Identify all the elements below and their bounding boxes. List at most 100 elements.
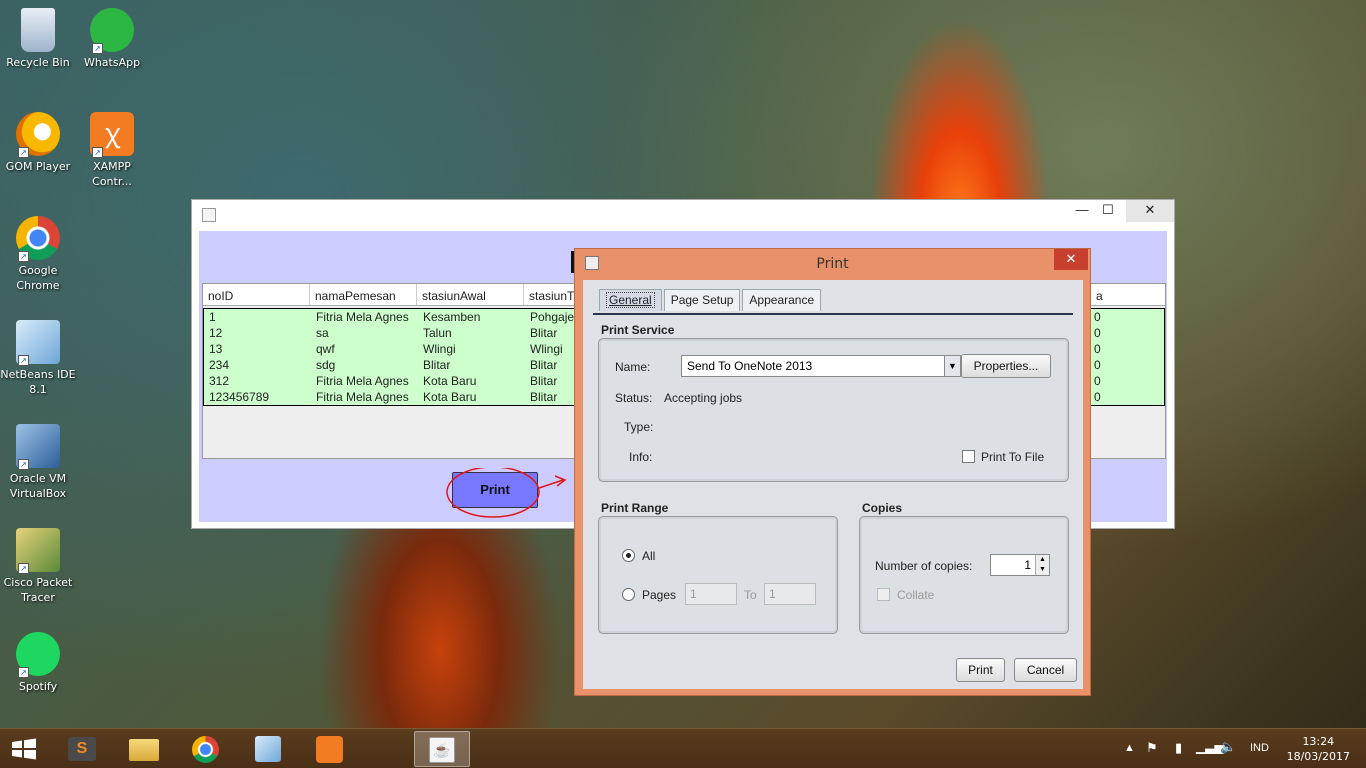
desktop-icon-label: Cisco Packet Tracer bbox=[3, 576, 73, 604]
column-header[interactable]: a bbox=[1090, 284, 1165, 305]
print-dialog-titlebar[interactable]: Print ✕ bbox=[575, 249, 1090, 279]
battery-icon[interactable]: ▮ bbox=[1175, 740, 1182, 768]
tab-general[interactable]: General bbox=[599, 289, 662, 311]
desktop-icon-label: Recycle Bin bbox=[6, 56, 70, 69]
cell-nama: sdg bbox=[316, 358, 336, 372]
whatsapp-icon: ↗ bbox=[90, 8, 134, 54]
packet-tracer-icon: ↗ bbox=[16, 528, 60, 574]
red-annotation-circle bbox=[446, 468, 567, 518]
pages-from-input[interactable]: 1 bbox=[685, 583, 737, 605]
column-header[interactable]: stasiunAwal bbox=[417, 284, 524, 305]
column-header[interactable]: namaPemesan bbox=[310, 284, 417, 305]
cell-nama: qwf bbox=[316, 342, 335, 356]
java-app-icon bbox=[202, 208, 216, 222]
tab-label: General bbox=[606, 292, 655, 308]
desktop-icon-label: WhatsApp bbox=[83, 56, 141, 69]
copies-group: Number of copies: 1 ▲ ▼ Collate bbox=[859, 516, 1069, 634]
cell-noid: 13 bbox=[209, 342, 223, 356]
copies-title: Copies bbox=[862, 501, 903, 515]
cell-awal: Kota Baru bbox=[423, 374, 477, 388]
netbeans-taskbar-icon[interactable] bbox=[240, 731, 296, 767]
desktop-icon-virtualbox[interactable]: ↗ Oracle VM VirtualBox bbox=[0, 424, 76, 501]
print-to-file-label: Print To File bbox=[981, 450, 1045, 464]
cell-last: 0 bbox=[1094, 358, 1101, 372]
maximize-button[interactable]: ☐ bbox=[1092, 200, 1124, 222]
type-label: Type: bbox=[624, 420, 654, 434]
main-window-titlebar[interactable]: — ☐ ✕ bbox=[192, 200, 1174, 230]
shortcut-arrow-icon: ↗ bbox=[18, 251, 29, 262]
print-dialog-print-button[interactable]: Print bbox=[956, 658, 1005, 682]
desktop-icon-label: GOM Player bbox=[5, 160, 71, 173]
chrome-taskbar-icon[interactable] bbox=[178, 731, 234, 767]
desktop-icon-netbeans[interactable]: ↗ NetBeans IDE 8.1 bbox=[0, 320, 76, 397]
xampp-taskbar-icon[interactable] bbox=[302, 731, 358, 767]
close-button[interactable]: ✕ bbox=[1054, 249, 1088, 270]
pages-label: Pages bbox=[642, 588, 677, 602]
clock-time: 13:24 bbox=[1302, 735, 1335, 748]
desktop-icon-label: NetBeans IDE 8.1 bbox=[0, 368, 76, 396]
tab-page-setup[interactable]: Page Setup bbox=[663, 289, 741, 311]
print-to-file-checkbox[interactable] bbox=[962, 450, 975, 463]
java-taskbar-icon[interactable]: ☕ bbox=[414, 731, 470, 767]
desktop-icon-spotify[interactable]: ↗ Spotify bbox=[0, 632, 76, 694]
netbeans-icon: ↗ bbox=[16, 320, 60, 366]
spinner-arrows-icon[interactable]: ▲ ▼ bbox=[1035, 555, 1049, 575]
printer-name-select[interactable]: Send To OneNote 2013 ▼ bbox=[681, 355, 961, 377]
cell-last: 0 bbox=[1094, 310, 1101, 324]
cell-last: 0 bbox=[1094, 326, 1101, 340]
cell-nama: Fitria Mela Agnes bbox=[316, 390, 409, 404]
all-radio[interactable] bbox=[622, 549, 635, 562]
desktop-icon-gom-player[interactable]: ↗ GOM Player bbox=[0, 112, 76, 174]
column-header[interactable]: noID bbox=[203, 284, 310, 305]
virtualbox-icon: ↗ bbox=[16, 424, 60, 470]
desktop-icon-packet-tracer[interactable]: ↗ Cisco Packet Tracer bbox=[0, 528, 76, 605]
tab-divider bbox=[593, 313, 1073, 315]
desktop-icon-xampp[interactable]: ꭓ ↗ XAMPP Contr... bbox=[74, 112, 150, 189]
sublime-taskbar-icon[interactable]: S bbox=[54, 731, 110, 767]
cell-awal: Blitar bbox=[423, 358, 451, 372]
action-center-flag-icon[interactable]: ⚑ bbox=[1146, 740, 1158, 768]
pages-radio[interactable] bbox=[622, 588, 635, 601]
desktop-icon-chrome[interactable]: ↗ Google Chrome bbox=[0, 216, 76, 293]
shortcut-arrow-icon: ↗ bbox=[18, 355, 29, 366]
cell-last: 0 bbox=[1094, 390, 1101, 404]
shortcut-arrow-icon: ↗ bbox=[18, 667, 29, 678]
name-label: Name: bbox=[615, 360, 651, 374]
pages-to-input[interactable]: 1 bbox=[764, 583, 816, 605]
collate-checkbox[interactable] bbox=[877, 588, 890, 601]
shortcut-arrow-icon: ↗ bbox=[92, 147, 103, 158]
print-service-title: Print Service bbox=[601, 323, 675, 337]
desktop-icon-whatsapp[interactable]: ↗ WhatsApp bbox=[74, 8, 150, 70]
file-explorer-taskbar-icon[interactable] bbox=[116, 731, 172, 767]
shortcut-arrow-icon: ↗ bbox=[18, 459, 29, 470]
taskbar: S ☕ ▲ ⚑ ▮ ▁▃▅ 🔈 IND 13:24 18/03/2017 bbox=[0, 728, 1366, 768]
print-range-group: All Pages 1 To 1 bbox=[598, 516, 838, 634]
spotify-icon: ↗ bbox=[16, 632, 60, 678]
print-service-group: Name: Send To OneNote 2013 ▼ Properties.… bbox=[598, 338, 1069, 482]
chevron-down-icon[interactable]: ▼ bbox=[944, 356, 960, 376]
printer-name-value: Send To OneNote 2013 bbox=[687, 359, 813, 373]
print-dialog: Print ✕ General Page Setup Appearance Pr… bbox=[574, 248, 1091, 696]
cell-awal: Talun bbox=[423, 326, 452, 340]
cell-nama: Fitria Mela Agnes bbox=[316, 374, 409, 388]
properties-button[interactable]: Properties... bbox=[961, 354, 1051, 378]
dialog-title: Print bbox=[816, 256, 849, 272]
copies-spinner[interactable]: 1 ▲ ▼ bbox=[990, 554, 1050, 576]
close-button[interactable]: ✕ bbox=[1126, 200, 1174, 222]
cell-noid: 12 bbox=[209, 326, 223, 340]
desktop-icon-label: Oracle VM VirtualBox bbox=[9, 472, 67, 500]
all-label: All bbox=[642, 549, 656, 563]
desktop-icon-label: Spotify bbox=[18, 680, 58, 693]
cell-nama: sa bbox=[316, 326, 329, 340]
cancel-button[interactable]: Cancel bbox=[1014, 658, 1077, 682]
desktop-icon-recycle-bin[interactable]: Recycle Bin bbox=[0, 8, 76, 70]
system-clock[interactable]: 13:24 18/03/2017 bbox=[1287, 734, 1350, 764]
tab-appearance[interactable]: Appearance bbox=[742, 289, 822, 311]
print-range-title: Print Range bbox=[601, 501, 669, 515]
windows-start-icon[interactable] bbox=[10, 738, 38, 760]
language-indicator[interactable]: IND bbox=[1250, 742, 1269, 768]
show-hidden-icons[interactable]: ▲ bbox=[1124, 742, 1135, 768]
volume-icon[interactable]: 🔈 bbox=[1220, 739, 1236, 768]
shortcut-arrow-icon: ↗ bbox=[18, 147, 29, 158]
cell-noid: 312 bbox=[209, 374, 230, 388]
